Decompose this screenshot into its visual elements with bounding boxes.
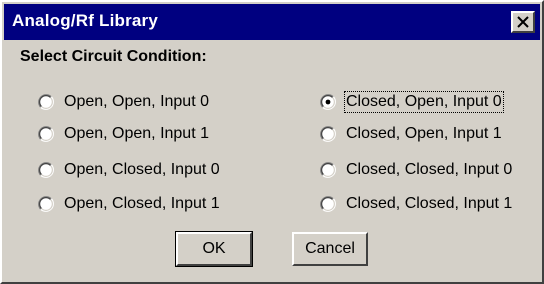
cancel-button[interactable]: Cancel: [292, 232, 368, 266]
radio-closed-open-input-1[interactable]: Closed, Open, Input 1: [320, 123, 502, 145]
title-bar[interactable]: Analog/Rf Library: [4, 4, 540, 40]
radio-button-icon[interactable]: [320, 162, 336, 178]
radio-label: Open, Open, Input 1: [64, 125, 209, 142]
radio-label: Closed, Open, Input 1: [346, 125, 502, 142]
radio-label: Closed, Closed, Input 1: [346, 195, 513, 212]
radio-open-open-input-0[interactable]: Open, Open, Input 0: [38, 91, 209, 113]
radio-button-icon[interactable]: [38, 94, 54, 110]
radio-button-icon[interactable]: [320, 196, 336, 212]
radio-button-icon[interactable]: [320, 126, 336, 142]
radio-button-icon[interactable]: [38, 162, 54, 178]
radio-label: Open, Closed, Input 0: [64, 161, 220, 178]
radio-open-open-input-1[interactable]: Open, Open, Input 1: [38, 123, 209, 145]
radio-open-closed-input-0[interactable]: Open, Closed, Input 0: [38, 159, 220, 181]
radio-label: Closed, Open, Input 0: [344, 91, 504, 113]
window-title: Analog/Rf Library: [12, 11, 159, 30]
dialog-window: Analog/Rf Library Select Circuit Conditi…: [0, 0, 544, 284]
ok-button[interactable]: OK: [175, 231, 253, 267]
radio-button-icon[interactable]: [38, 126, 54, 142]
prompt-label: Select Circuit Condition:: [20, 48, 207, 65]
radio-label: Open, Open, Input 0: [64, 93, 209, 110]
radio-button-icon[interactable]: [38, 196, 54, 212]
radio-label: Closed, Closed, Input 0: [346, 161, 513, 178]
radio-button-icon[interactable]: [320, 94, 336, 110]
radio-closed-open-input-0[interactable]: Closed, Open, Input 0: [320, 91, 504, 113]
radio-open-closed-input-1[interactable]: Open, Closed, Input 1: [38, 193, 220, 215]
radio-closed-closed-input-1[interactable]: Closed, Closed, Input 1: [320, 193, 512, 215]
radio-label: Open, Closed, Input 1: [64, 195, 220, 212]
close-icon: [517, 16, 529, 28]
close-button[interactable]: [511, 11, 535, 33]
radio-closed-closed-input-0[interactable]: Closed, Closed, Input 0: [320, 159, 512, 181]
